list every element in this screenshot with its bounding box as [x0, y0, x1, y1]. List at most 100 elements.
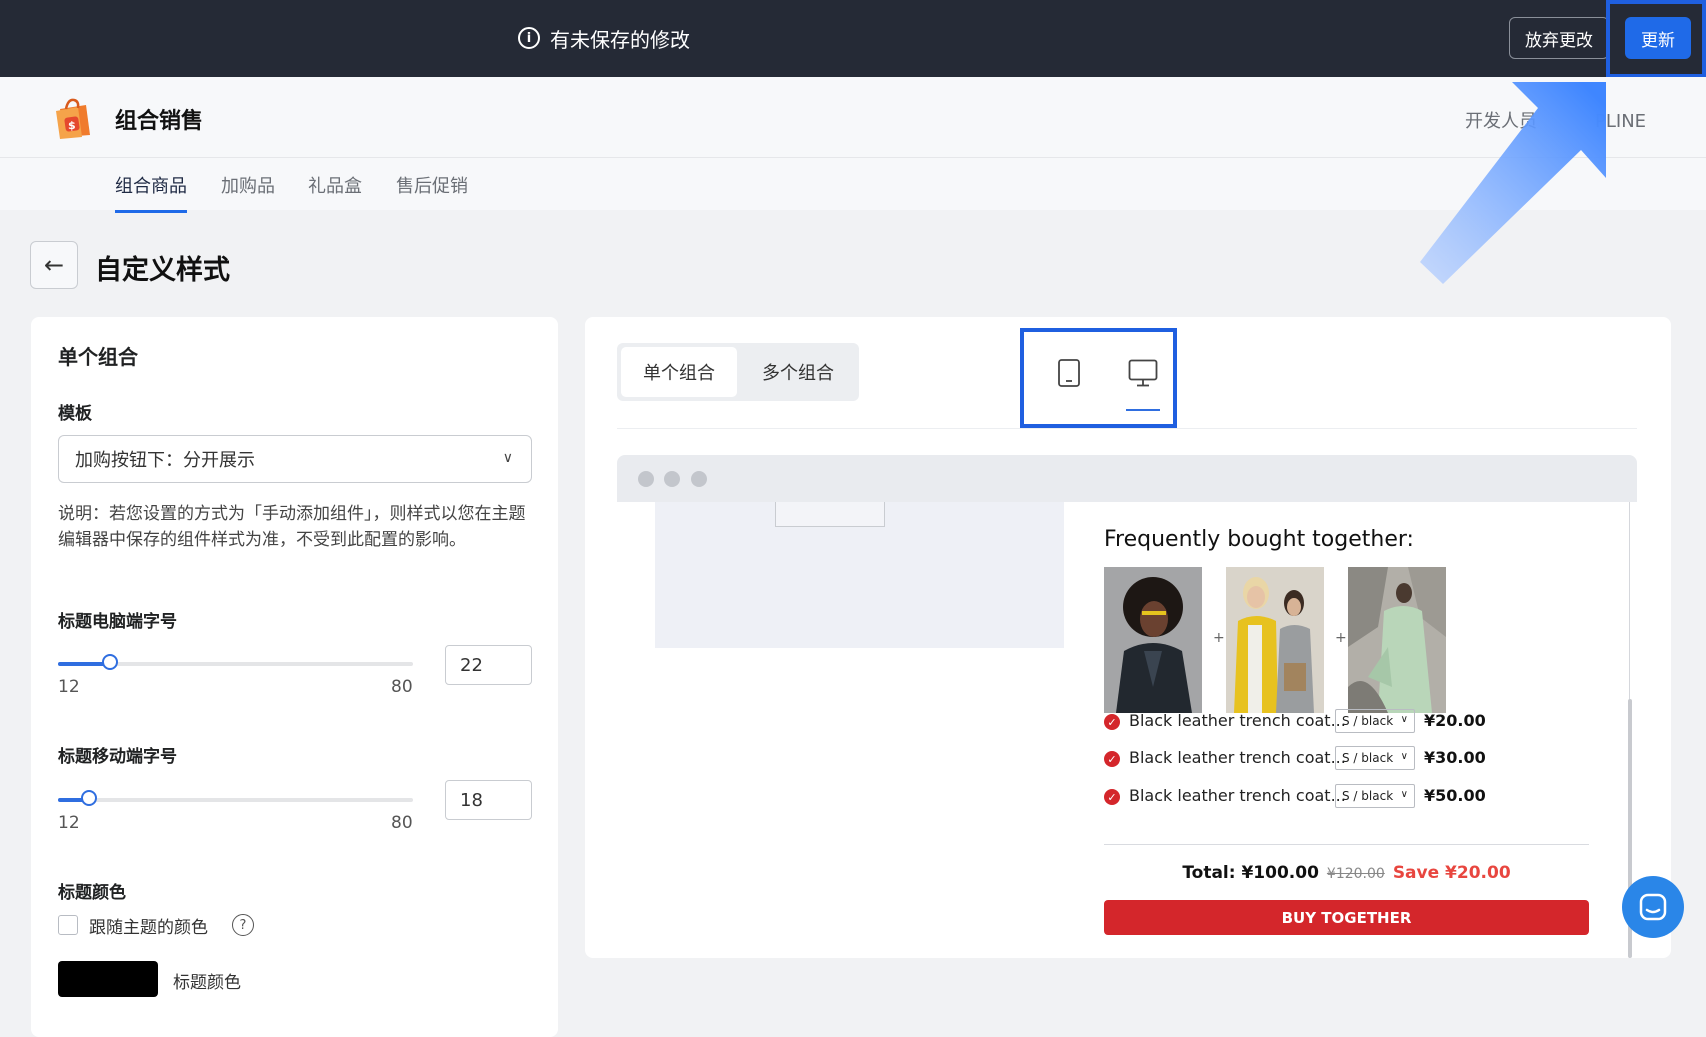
mobile-view-button[interactable]: [1049, 353, 1089, 393]
window-dot-icon: [664, 471, 680, 487]
placeholder-tab: [775, 502, 885, 527]
discard-button[interactable]: 放弃更改: [1509, 17, 1609, 59]
item-price: ¥30.00: [1424, 748, 1486, 767]
settings-panel: 单个组合 模板 加购按钮下：分开展示 ∨ 说明：若您设置的方式为「手动添加组件」…: [31, 317, 558, 1037]
storefront-preview: Frequently bought together: + + ✓ Black …: [617, 455, 1637, 958]
window-dot-icon: [691, 471, 707, 487]
checkmark-icon[interactable]: ✓: [1104, 789, 1120, 805]
original-price: ¥120.00: [1326, 866, 1385, 882]
developer-suffix: PLINE: [1595, 111, 1647, 132]
segment-multiple[interactable]: 多个组合: [741, 347, 855, 397]
mobile-size-slider[interactable]: [58, 790, 413, 806]
item-price: ¥20.00: [1424, 711, 1486, 730]
follow-theme-label: 跟随主题的颜色: [89, 918, 208, 938]
template-value: 加购按钮下：分开展示: [75, 450, 255, 471]
preview-panel: 单个组合 多个组合 Frequently bought together: + …: [585, 317, 1671, 958]
back-button[interactable]: ←: [30, 241, 78, 289]
app-header: $ 组合销售 开发人员 PLINE: [0, 77, 1706, 158]
unsaved-text: 有未保存的修改: [550, 27, 690, 52]
variant-select[interactable]: S / black ∨: [1335, 784, 1415, 808]
item-name: Black leather trench coat...: [1129, 711, 1346, 730]
desktop-size-input[interactable]: 22: [445, 645, 532, 685]
variant-select[interactable]: S / black ∨: [1335, 709, 1415, 733]
buy-together-button[interactable]: BUY TOGETHER: [1104, 900, 1589, 935]
bundle-item: ✓ Black leather trench coat... S / black…: [1104, 784, 1589, 810]
developer-text: 开发人员: [1465, 111, 1537, 132]
checkmark-icon[interactable]: ✓: [1104, 751, 1120, 767]
slider-thumb[interactable]: [81, 790, 97, 806]
product-photo: [1226, 567, 1324, 713]
item-name: Black leather trench coat...: [1129, 786, 1346, 805]
product-photo: [1104, 567, 1202, 713]
panel-heading: 单个组合: [58, 345, 138, 369]
mobile-size-input[interactable]: 18: [445, 780, 532, 820]
mobile-size-min: 12: [58, 813, 80, 833]
product-image-3[interactable]: [1348, 567, 1446, 713]
desktop-view-button[interactable]: [1123, 353, 1163, 393]
mobile-size-max: 80: [391, 813, 413, 833]
segment-single[interactable]: 单个组合: [621, 347, 737, 397]
variant-value: S / black: [1342, 714, 1394, 728]
color-swatch[interactable]: [58, 961, 158, 997]
bundle-item: ✓ Black leather trench coat... S / black…: [1104, 709, 1589, 735]
developer-label: 开发人员 PLINE: [1465, 107, 1646, 133]
chat-launcher-button[interactable]: [1622, 876, 1684, 938]
window-dot-icon: [638, 471, 654, 487]
follow-theme-checkbox[interactable]: [58, 915, 78, 935]
variant-select[interactable]: S / black ∨: [1335, 746, 1415, 770]
mobile-size-label: 标题移动端字号: [58, 747, 177, 767]
slider-thumb[interactable]: [102, 654, 118, 670]
tab-add-on[interactable]: 加购品: [221, 172, 275, 210]
total-price: Total: ¥100.00: [1182, 863, 1319, 883]
tab-bundle-products[interactable]: 组合商品: [115, 172, 187, 213]
bundle-item: ✓ Black leather trench coat... S / black…: [1104, 746, 1589, 772]
chevron-down-icon: ∨: [1400, 789, 1408, 800]
variant-value: S / black: [1342, 789, 1394, 803]
swatch-label: 标题颜色: [173, 973, 241, 993]
svg-text:$: $: [68, 119, 76, 132]
chevron-down-icon: ∨: [1400, 714, 1408, 725]
info-icon: i: [518, 27, 540, 49]
product-image-1[interactable]: [1104, 567, 1202, 713]
variant-value: S / black: [1342, 751, 1394, 765]
active-device-indicator: [1126, 409, 1160, 411]
browser-bar: [617, 455, 1637, 502]
product-photo: [1348, 567, 1446, 713]
template-label: 模板: [58, 404, 92, 424]
checkmark-icon[interactable]: ✓: [1104, 714, 1120, 730]
bundle-widget-title: Frequently bought together:: [1104, 527, 1414, 552]
page-title: 自定义样式: [95, 255, 230, 286]
unsaved-message: i 有未保存的修改: [518, 22, 690, 54]
product-image-2[interactable]: [1226, 567, 1324, 713]
chevron-down-icon: ∨: [1400, 751, 1408, 762]
divider: [617, 428, 1637, 429]
desktop-size-min: 12: [58, 677, 80, 697]
item-name: Black leather trench coat...: [1129, 748, 1346, 767]
save-bar: i 有未保存的修改 放弃更改 更新: [0, 0, 1706, 78]
mobile-icon: [1058, 359, 1080, 387]
total-row: Total: ¥100.00 ¥120.00 Save ¥20.00: [1104, 863, 1589, 883]
tab-gift-box[interactable]: 礼品盒: [308, 172, 362, 210]
bundle-type-segment: 单个组合 多个组合: [617, 343, 859, 401]
item-price: ¥50.00: [1424, 786, 1486, 805]
help-text: 说明：若您设置的方式为「手动添加组件」，则样式以您在主题编辑器中保存的组件样式为…: [58, 504, 526, 550]
divider: [1104, 844, 1589, 845]
app-title: 组合销售: [115, 109, 204, 134]
chevron-down-icon: ∨: [502, 450, 513, 466]
arrow-left-icon: ←: [43, 251, 65, 279]
update-button[interactable]: 更新: [1625, 17, 1691, 59]
plus-separator: +: [1335, 630, 1347, 646]
shopping-bag-logo-icon: $: [56, 98, 90, 139]
question-mark-icon[interactable]: ?: [232, 914, 254, 936]
desktop-size-max: 80: [391, 677, 413, 697]
title-color-label: 标题颜色: [58, 883, 126, 903]
chat-icon: [1639, 893, 1667, 921]
template-select[interactable]: 加购按钮下：分开展示 ∨: [58, 435, 532, 483]
desktop-icon: [1128, 359, 1158, 387]
nav-tabs: 组合商品 加购品 礼品盒 售后促销: [0, 158, 1706, 213]
desktop-size-label: 标题电脑端字号: [58, 612, 177, 632]
desktop-size-slider[interactable]: [58, 654, 413, 670]
plus-separator: +: [1213, 630, 1225, 646]
save-amount: Save ¥20.00: [1392, 863, 1511, 883]
tab-post-purchase[interactable]: 售后促销: [396, 172, 468, 210]
